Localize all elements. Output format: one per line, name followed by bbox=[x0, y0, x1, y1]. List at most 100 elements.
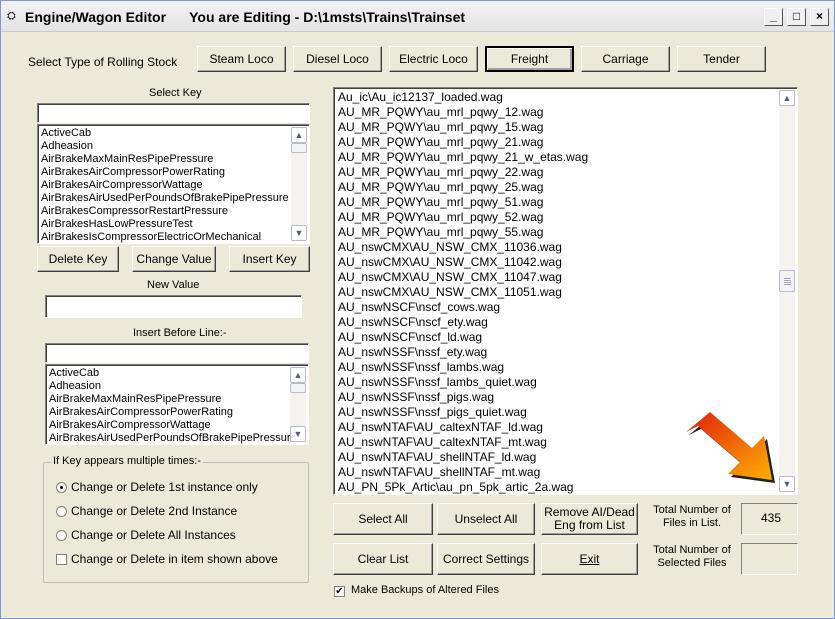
list-item[interactable]: AirBrakesAirCompressorWattage bbox=[48, 419, 290, 432]
scroll-thumb[interactable] bbox=[290, 383, 306, 393]
list-item[interactable]: ActiveCab bbox=[40, 127, 291, 140]
insert-before-label: Insert Before Line:- bbox=[133, 327, 227, 339]
list-item[interactable]: AU_nswNSSF\nssf_pigs.wag bbox=[337, 390, 779, 405]
list-item[interactable]: AirBrakesAirCompressorPowerRating bbox=[40, 166, 291, 179]
insert-before-scrollbar[interactable]: ▲ ▼ bbox=[290, 367, 306, 442]
list-item[interactable]: Au_ic\Au_ic12137_loaded.wag bbox=[337, 90, 779, 105]
list-item[interactable]: AirBrakeMaxMainResPipePressure bbox=[48, 393, 290, 406]
list-item[interactable]: AU_nswNSSF\nssf_ety.wag bbox=[337, 345, 779, 360]
delete-key-button[interactable]: Delete Key bbox=[37, 246, 119, 272]
carriage-button[interactable]: Carriage bbox=[581, 46, 670, 72]
total-selected-value bbox=[741, 543, 798, 575]
list-item[interactable]: AU_nswNSSF\nssf_lambs_quiet.wag bbox=[337, 375, 779, 390]
diesel-loco-button[interactable]: Diesel Loco bbox=[293, 46, 382, 72]
list-item[interactable]: AU_MR_PQWY\au_mrl_pqwy_21.wag bbox=[337, 135, 779, 150]
list-item[interactable]: AU_nswCMX\AU_NSW_CMX_11047.wag bbox=[337, 270, 779, 285]
list-item[interactable]: AU_MR_PQWY\au_mrl_pqwy_21_w_etas.wag bbox=[337, 150, 779, 165]
remove-ai-dead-button[interactable]: Remove AI/Dead Eng from List bbox=[541, 503, 638, 535]
list-item[interactable]: ActiveCab bbox=[48, 367, 290, 380]
list-item[interactable]: AU_MR_PQWY\au_mrl_pqwy_22.wag bbox=[337, 165, 779, 180]
total-files-label: Total Number of Files in List. bbox=[649, 504, 735, 530]
item-shown-checkbox[interactable] bbox=[56, 554, 67, 565]
freight-button[interactable]: Freight bbox=[485, 46, 574, 72]
all-instances-radio[interactable] bbox=[56, 530, 67, 541]
app-icon[interactable]: ⛭ bbox=[7, 10, 19, 22]
select-key-items: ActiveCab Adheasion AirBrakeMaxMainResPipe… bbox=[40, 127, 291, 243]
select-key-listbox[interactable]: ActiveCab Adheasion AirBrakeMaxMainResPipe… bbox=[37, 124, 310, 244]
select-all-button[interactable]: Select All bbox=[333, 503, 433, 535]
second-instance-radio[interactable] bbox=[56, 506, 67, 517]
list-item[interactable]: AU_MR_PQWY\au_mrl_pqwy_55.wag bbox=[337, 225, 779, 240]
list-item[interactable]: AU_nswCMX\AU_NSW_CMX_11042.wag bbox=[337, 255, 779, 270]
list-item[interactable]: Adheasion bbox=[40, 140, 291, 153]
insert-key-button[interactable]: Insert Key bbox=[229, 246, 310, 272]
maximize-button[interactable]: □ bbox=[787, 8, 806, 26]
exit-button[interactable]: Exit bbox=[541, 543, 638, 575]
new-value-input[interactable] bbox=[45, 295, 302, 318]
select-key-label: Select Key bbox=[149, 87, 202, 99]
all-instances-label[interactable]: Change or Delete All Instances bbox=[71, 528, 236, 542]
first-instance-label[interactable]: Change or Delete 1st instance only bbox=[71, 480, 258, 494]
total-selected-label-line2: Selected Files bbox=[657, 557, 727, 569]
scroll-up-arrow-icon[interactable]: ▲ bbox=[779, 90, 795, 106]
list-item[interactable]: AU_nswNSCF\nscf_ld.wag bbox=[337, 330, 779, 345]
list-item[interactable]: AirBrakesAirCompressorPowerRating bbox=[48, 406, 290, 419]
remove-line-2: Eng from List bbox=[554, 518, 625, 532]
total-files-label-line1: Total Number of bbox=[653, 504, 731, 516]
scroll-thumb[interactable] bbox=[779, 270, 795, 292]
scroll-thumb[interactable] bbox=[291, 143, 307, 153]
electric-loco-button[interactable]: Electric Loco bbox=[389, 46, 478, 72]
unselect-all-button[interactable]: Unselect All bbox=[437, 503, 535, 535]
stock-type-label: Select Type of Rolling Stock bbox=[28, 55, 178, 69]
correct-settings-button[interactable]: Correct Settings bbox=[437, 543, 535, 575]
red-arrow-icon bbox=[686, 412, 775, 483]
list-item[interactable]: AirBrakesAirUsedPerPoundsOfBrakePipePres… bbox=[48, 432, 290, 444]
first-instance-radio[interactable] bbox=[56, 482, 67, 493]
editor-window: ⛭ Engine/Wagon Editor You are Editing - … bbox=[0, 0, 835, 619]
scroll-down-arrow-icon[interactable]: ▼ bbox=[291, 225, 307, 241]
close-button[interactable]: × bbox=[810, 8, 829, 26]
clear-list-button[interactable]: Clear List bbox=[333, 543, 433, 575]
scroll-down-arrow-icon[interactable]: ▼ bbox=[290, 426, 306, 442]
list-item[interactable]: Adheasion bbox=[48, 380, 290, 393]
backup-label[interactable]: Make Backups of Altered Files bbox=[351, 584, 499, 596]
list-item[interactable]: AU_nswNSCF\nscf_cows.wag bbox=[337, 300, 779, 315]
change-value-button[interactable]: Change Value bbox=[132, 246, 216, 272]
list-item[interactable]: AU_MR_PQWY\au_mrl_pqwy_52.wag bbox=[337, 210, 779, 225]
file-listbox[interactable]: Au_ic\Au_ic12137_loaded.wag AU_MR_PQWY\au… bbox=[333, 87, 798, 495]
insert-before-items: ActiveCab Adheasion AirBrakeMaxMainResPipe… bbox=[48, 367, 290, 444]
list-item[interactable]: AirBrakesAirCompressorWattage bbox=[40, 179, 291, 192]
steam-loco-button[interactable]: Steam Loco bbox=[197, 46, 286, 72]
list-item[interactable]: AirBrakesAirUsedPerPoundsOfBrakePipePres… bbox=[40, 192, 291, 205]
new-value-label: New Value bbox=[147, 279, 200, 291]
list-item[interactable]: AU_MR_PQWY\au_mrl_pqwy_15.wag bbox=[337, 120, 779, 135]
list-item[interactable]: AU_nswCMX\AU_NSW_CMX_11051.wag bbox=[337, 285, 779, 300]
total-selected-label-line1: Total Number of bbox=[653, 544, 731, 556]
select-key-scrollbar[interactable]: ▲ ▼ bbox=[291, 127, 307, 241]
item-shown-label[interactable]: Change or Delete in item shown above bbox=[71, 552, 278, 566]
scroll-up-arrow-icon[interactable]: ▲ bbox=[290, 367, 306, 383]
list-item[interactable]: AirBrakeMaxMainResPipePressure bbox=[40, 153, 291, 166]
list-item[interactable]: AU_nswCMX\AU_NSW_CMX_11036.wag bbox=[337, 240, 779, 255]
select-key-input[interactable] bbox=[37, 103, 310, 123]
list-item[interactable]: AU_MR_PQWY\au_mrl_pqwy_51.wag bbox=[337, 195, 779, 210]
window-title: Engine/Wagon Editor You are Editing - D:… bbox=[25, 9, 466, 25]
minimize-button[interactable]: _ bbox=[764, 8, 783, 26]
scroll-up-arrow-icon[interactable]: ▲ bbox=[291, 127, 307, 143]
insert-before-listbox[interactable]: ActiveCab Adheasion AirBrakeMaxMainResPipe… bbox=[45, 364, 309, 445]
list-item[interactable]: AU_MR_PQWY\au_mrl_pqwy_12.wag bbox=[337, 105, 779, 120]
title-bar[interactable]: ⛭ Engine/Wagon Editor You are Editing - … bbox=[1, 1, 834, 32]
list-item[interactable]: AirBrakesHasLowPressureTest bbox=[40, 218, 291, 231]
total-selected-label: Total Number of Selected Files bbox=[649, 544, 735, 570]
list-item[interactable]: AU_MR_PQWY\au_mrl_pqwy_25.wag bbox=[337, 180, 779, 195]
list-item[interactable]: AirBrakesIsCompressorElectricOrMechanica… bbox=[40, 231, 291, 243]
backup-checkbox[interactable]: ✔ bbox=[334, 586, 345, 597]
tender-button[interactable]: Tender bbox=[677, 46, 766, 72]
list-item[interactable]: AU_nswNSSF\nssf_lambs.wag bbox=[337, 360, 779, 375]
total-files-value: 435 bbox=[741, 503, 798, 535]
total-files-label-line2: Files in List. bbox=[662, 517, 722, 529]
list-item[interactable]: AirBrakesCompressorRestartPressure bbox=[40, 205, 291, 218]
list-item[interactable]: AU_nswNSCF\nscf_ety.wag bbox=[337, 315, 779, 330]
insert-before-input[interactable] bbox=[45, 343, 309, 363]
second-instance-label[interactable]: Change or Delete 2nd Instance bbox=[71, 504, 237, 518]
